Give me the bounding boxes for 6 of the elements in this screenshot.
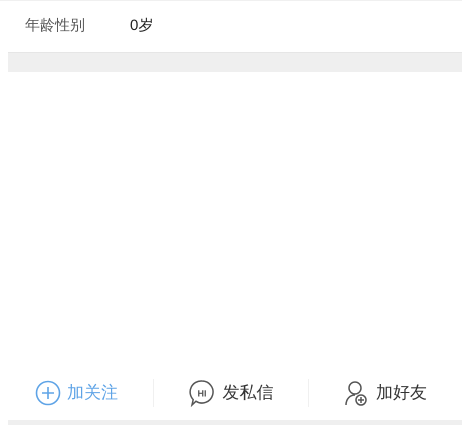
chat-bubble-icon: HI <box>188 378 216 406</box>
friend-button[interactable]: 加好友 <box>344 378 427 406</box>
message-button[interactable]: HI 发私信 <box>188 378 274 406</box>
add-circle-icon <box>35 380 62 406</box>
field-value: 0岁 <box>130 16 154 36</box>
field-label: 年龄性别 <box>25 16 86 36</box>
